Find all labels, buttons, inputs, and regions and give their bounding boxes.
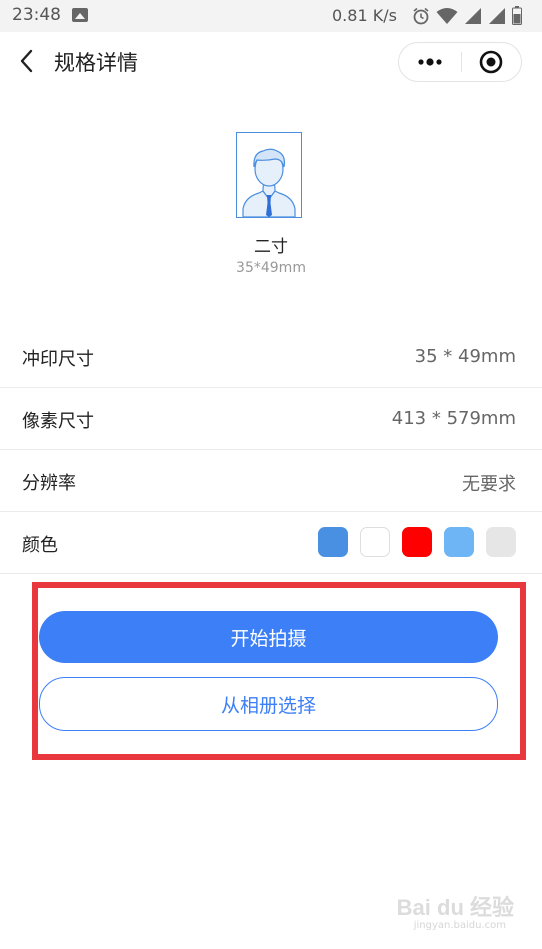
row-label: 冲印尺寸 (22, 349, 94, 370)
network-speed: 0.81 K/s (332, 6, 397, 25)
gallery-icon (72, 8, 88, 22)
status-bar: 23:48 0.81 K/s (0, 0, 542, 32)
row-value: 413 * 579mm (391, 408, 516, 429)
status-time: 23:48 (12, 5, 61, 25)
watermark-url: jingyan.baidu.com (413, 920, 506, 931)
navigation-bar: 规格详情 (0, 32, 542, 90)
signal-icon (489, 7, 505, 24)
mini-program-capsule (398, 42, 522, 82)
row-value: 35 * 49mm (414, 346, 516, 367)
row-label: 颜色 (22, 535, 58, 556)
row-pixel-size: 像素尺寸 413 * 579mm (0, 388, 542, 450)
row-print-size: 冲印尺寸 35 * 49mm (0, 326, 542, 388)
color-swatch-blue[interactable] (318, 527, 348, 557)
start-capture-button[interactable]: 开始拍摄 (39, 611, 498, 663)
color-swatch-white[interactable] (360, 527, 390, 557)
watermark-logo: Bai du 经验 (396, 895, 514, 920)
status-icons (412, 6, 522, 25)
row-label: 分辨率 (22, 473, 76, 494)
more-button[interactable] (399, 43, 461, 81)
back-button[interactable] (14, 46, 42, 76)
color-swatch-red[interactable] (402, 527, 432, 557)
row-label: 像素尺寸 (22, 411, 94, 432)
more-dots-icon (418, 58, 442, 66)
battery-icon (512, 6, 522, 25)
color-swatches (318, 527, 516, 557)
wifi-icon (436, 7, 458, 24)
spec-photo-preview (236, 132, 302, 218)
spec-name: 二寸 (254, 237, 288, 257)
spec-size: 35*49mm (236, 260, 306, 276)
row-value: 无要求 (462, 474, 516, 495)
highlight-annotation-box (32, 582, 526, 760)
alarm-icon (413, 7, 429, 24)
choose-from-album-button[interactable]: 从相册选择 (39, 677, 498, 731)
signal-icon (465, 7, 481, 24)
row-color: 颜色 (0, 512, 542, 574)
page-title: 规格详情 (54, 51, 138, 75)
id-photo-person-icon (242, 148, 296, 218)
target-circle-icon (479, 50, 503, 74)
color-swatch-light-blue[interactable] (444, 527, 474, 557)
close-button[interactable] (462, 43, 522, 81)
color-swatch-gray[interactable] (486, 527, 516, 557)
row-resolution: 分辨率 无要求 (0, 450, 542, 512)
chevron-left-icon (20, 49, 33, 73)
